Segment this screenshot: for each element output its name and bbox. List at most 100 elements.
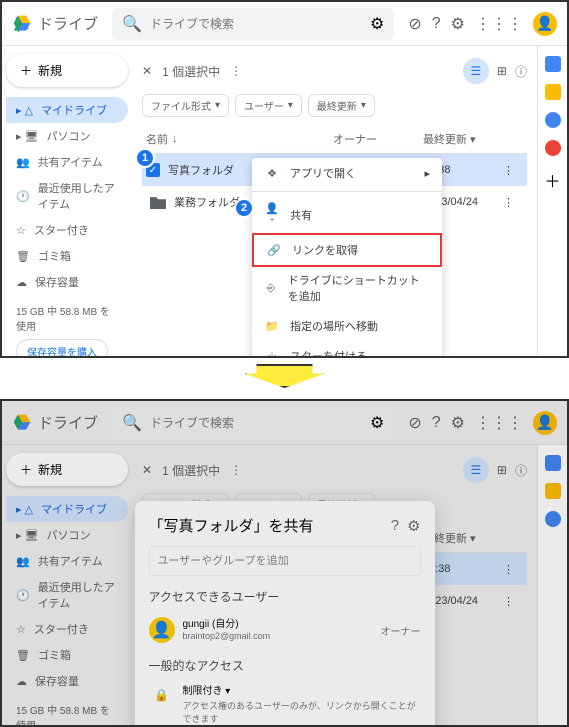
ready-offline-icon[interactable]: ⊘ [408, 413, 421, 433]
open-with-icon: ❖ [264, 167, 280, 180]
sidebar-item-storage[interactable]: ☁保存容量 [6, 668, 128, 694]
keep-icon[interactable] [545, 84, 561, 100]
storage-text: 15 GB 中 58.8 MB を使用 [16, 303, 118, 333]
sidebar-item-recent[interactable]: 🕐最近使用したアイテム [6, 175, 128, 217]
selection-count: 1 個選択中 [162, 63, 220, 80]
ctx-share[interactable]: 👤⁺共有 [252, 195, 442, 235]
restricted-label[interactable]: 制限付き ▾ [183, 682, 421, 697]
plus-icon: ＋ [20, 461, 32, 478]
search-bar[interactable]: 🔍 ⚙ [112, 407, 394, 439]
new-button[interactable]: ＋ 新規 [6, 54, 128, 87]
info-icon[interactable]: ⓘ [515, 462, 527, 479]
ctx-add-star[interactable]: ☆スターを付ける [252, 341, 442, 358]
col-date[interactable]: 最終更新 ▾ [423, 530, 503, 546]
ctx-get-link[interactable]: 🔗リンクを取得 [252, 233, 442, 267]
row-more-icon[interactable]: ⋮ [503, 164, 523, 177]
sidebar-item-shared[interactable]: 👥共有アイテム [6, 149, 128, 175]
close-selection-icon[interactable]: ✕ [142, 463, 152, 477]
share-add-people-input[interactable] [149, 546, 421, 576]
help-icon[interactable]: ? [432, 414, 441, 432]
row-more-icon[interactable]: ⋮ [503, 563, 523, 576]
sidebar-item-starred[interactable]: ☆スター付き [6, 217, 128, 243]
calendar-icon[interactable] [545, 56, 561, 72]
new-button[interactable]: ＋ 新規 [6, 453, 128, 486]
row-more-icon[interactable]: ⋮ [503, 595, 523, 608]
settings-icon[interactable]: ⚙ [407, 517, 420, 535]
sidebar-item-mydrive[interactable]: ▸ △マイドライブ [6, 97, 128, 123]
user-name: gungii (自分) [183, 618, 271, 631]
more-icon[interactable]: ⋮ [230, 463, 242, 477]
filter-icon[interactable]: ☰ [463, 58, 489, 84]
share-user-row: 👤 gungii (自分) braintop2@gmail.com オーナー [149, 613, 421, 647]
share-icon: 👤⁺ [264, 202, 280, 228]
selection-count: 1 個選択中 [162, 462, 220, 479]
storage-text: 15 GB 中 58.8 MB を使用 [16, 702, 118, 727]
search-options-icon[interactable]: ⚙ [370, 14, 384, 34]
add-addon-icon[interactable]: ＋ [544, 168, 560, 192]
sidebar-item-label: 保存容量 [35, 274, 79, 290]
apps-icon[interactable]: ⋮⋮⋮ [475, 14, 523, 34]
settings-icon[interactable]: ⚙ [451, 413, 465, 433]
filter-icon[interactable]: ☰ [463, 457, 489, 483]
sidebar-item-shared[interactable]: 👥共有アイテム [6, 548, 128, 574]
apps-icon[interactable]: ⋮⋮⋮ [475, 413, 523, 433]
help-icon[interactable]: ? [391, 517, 399, 535]
sidebar-item-label: ゴミ箱 [38, 248, 71, 264]
settings-icon[interactable]: ⚙ [451, 14, 465, 34]
chip-user[interactable]: ユーザー ▾ [235, 94, 302, 117]
grid-view-icon[interactable]: ⊞ [497, 463, 507, 477]
tasks-icon[interactable] [545, 112, 561, 128]
ctx-open-with[interactable]: ❖アプリで開く▸ [252, 158, 442, 188]
arrow-indicator [0, 358, 569, 399]
search-bar[interactable]: 🔍 ⚙ [112, 8, 394, 40]
sidebar-item-starred[interactable]: ☆スター付き [6, 616, 128, 642]
new-button-label: 新規 [38, 62, 62, 79]
chip-modified[interactable]: 最終更新 ▾ [308, 94, 375, 117]
ready-offline-icon[interactable]: ⊘ [408, 14, 421, 34]
avatar[interactable]: 👤 [533, 411, 557, 435]
sidebar-item-mydrive[interactable]: ▸ △マイドライブ [6, 496, 128, 522]
info-icon[interactable]: ⓘ [515, 63, 527, 80]
sidebar-item-label: パソコン [47, 527, 91, 543]
avatar[interactable]: 👤 [533, 12, 557, 36]
grid-view-icon[interactable]: ⊞ [497, 64, 507, 78]
sidebar-item-trash[interactable]: 🗑ゴミ箱 [6, 243, 128, 269]
col-date[interactable]: 最終更新 ▾ [423, 131, 503, 147]
user-role: オーナー [381, 623, 421, 638]
ctx-move-to[interactable]: 📁指定の場所へ移動 [252, 311, 442, 341]
tasks-icon[interactable] [545, 511, 561, 527]
sidebar-item-recent[interactable]: 🕐最近使用したアイテム [6, 574, 128, 616]
sidebar: ＋ 新規 ▸ △マイドライブ ▸ 🖥パソコン 👥共有アイテム 🕐最近使用したアイ… [2, 445, 132, 727]
keep-icon[interactable] [545, 483, 561, 499]
side-panel: ＋ [537, 46, 567, 358]
ctx-add-shortcut[interactable]: ⎆ドライブにショートカットを追加 [252, 265, 442, 311]
step-badge-2: 2 [234, 198, 254, 218]
sidebar-item-computers[interactable]: ▸ 🖥パソコン [6, 123, 128, 149]
help-icon[interactable]: ? [432, 15, 441, 33]
contacts-icon[interactable] [545, 140, 561, 156]
search-input[interactable] [150, 416, 370, 430]
sidebar-item-label: マイドライブ [41, 102, 107, 118]
context-menu: ❖アプリで開く▸ 👤⁺共有 🔗リンクを取得 ⎆ドライブにショートカットを追加 📁… [252, 158, 442, 358]
close-selection-icon[interactable]: ✕ [142, 64, 152, 78]
sidebar-item-storage[interactable]: ☁保存容量 [6, 269, 128, 295]
sidebar-item-computers[interactable]: ▸ 🖥パソコン [6, 522, 128, 548]
drive-logo: ドライブ [12, 412, 98, 433]
sidebar-item-trash[interactable]: 🗑ゴミ箱 [6, 642, 128, 668]
app-name: ドライブ [38, 412, 98, 433]
search-input[interactable] [150, 17, 370, 31]
row-more-icon[interactable]: ⋮ [503, 196, 523, 209]
calendar-icon[interactable] [545, 455, 561, 471]
sidebar-item-label: マイドライブ [41, 501, 107, 517]
col-name[interactable]: 名前 ↓ [146, 131, 333, 147]
sidebar-item-label: パソコン [47, 128, 91, 144]
user-avatar: 👤 [149, 617, 175, 643]
side-panel [537, 445, 567, 727]
more-icon[interactable]: ⋮ [230, 64, 242, 78]
chip-file-type[interactable]: ファイル形式 ▾ [142, 94, 229, 117]
star-icon: ☆ [264, 350, 280, 359]
search-options-icon[interactable]: ⚙ [370, 413, 384, 433]
buy-storage-button[interactable]: 保存容量を購入 [16, 339, 108, 358]
new-button-label: 新規 [38, 461, 62, 478]
plus-icon: ＋ [20, 62, 32, 79]
